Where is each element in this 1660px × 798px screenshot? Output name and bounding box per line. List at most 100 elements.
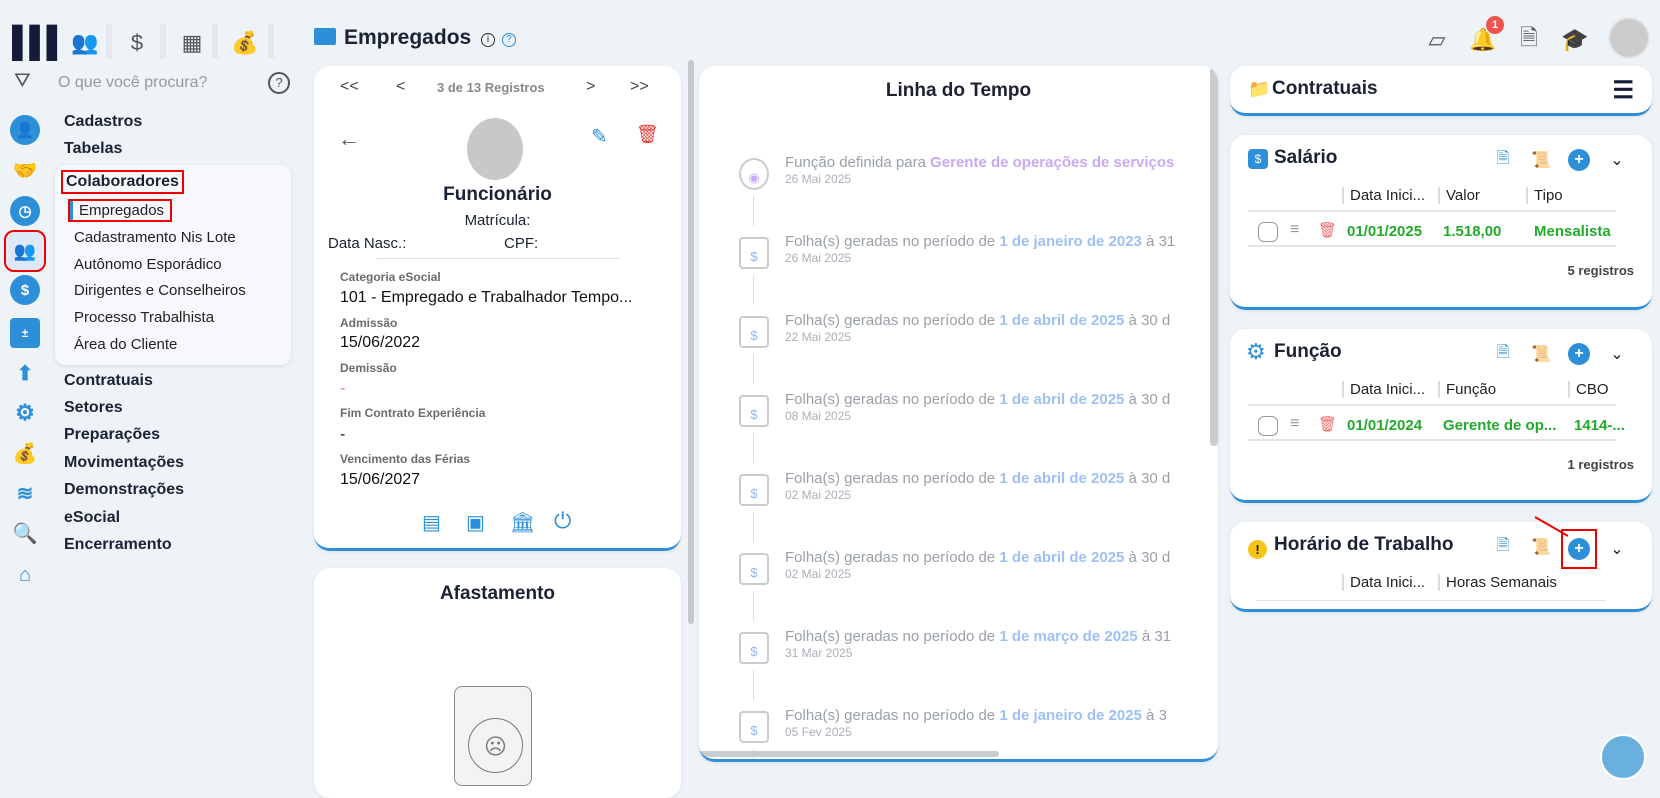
add-button[interactable]: + [1568,149,1590,171]
column-header[interactable]: CBO [1568,381,1609,398]
info-icon[interactable]: i [481,33,495,47]
menu-demonstracoes[interactable]: Demonstrações [64,481,184,499]
column-header[interactable]: Horas Semanais [1438,574,1557,591]
edit-icon[interactable]: ✎ [591,124,608,149]
document-search-icon[interactable]: 🗎 [1492,536,1514,558]
row-checkbox[interactable] [1258,222,1278,242]
chart-arrow-icon[interactable]: ⬆ [10,358,40,388]
menu-setores[interactable]: Setores [64,399,123,417]
divider [1256,600,1606,601]
chevron-down-icon[interactable]: ⌄ [1606,538,1628,560]
scroll-list-icon[interactable]: 📜 [1530,536,1552,558]
add-button[interactable]: + [1568,343,1590,365]
user-avatar[interactable] [1608,17,1650,59]
menu-colaboradores[interactable]: Colaboradores [61,170,184,194]
document-icon[interactable]: ▱ [1420,23,1454,57]
network-icon[interactable]: ⚙ [10,398,40,428]
column-header[interactable]: Data Inici... [1342,187,1425,204]
handshake-icon[interactable]: 🤝 [10,155,40,185]
cell: 01/01/2025 [1347,223,1423,240]
column-header[interactable]: Data Inici... [1342,574,1425,591]
pager-next-button[interactable]: > [586,78,595,96]
assistant-avatar[interactable] [1600,734,1646,780]
pager-first-button[interactable]: << [340,78,359,96]
add-button[interactable]: + [1568,538,1590,560]
divider [1248,210,1616,212]
money-bag-icon[interactable]: 💰 [10,438,40,468]
app-logo: ▌▌▌ [12,26,68,59]
menu-esocial[interactable]: eSocial [64,509,120,527]
search-input[interactable]: O que você procura? [58,74,207,92]
document-search-icon[interactable]: 🗎 [1492,149,1514,171]
power-icon[interactable]: ⏻ [554,508,571,534]
layers-icon[interactable]: ≋ [10,478,40,508]
timeline-scrollbar[interactable] [1210,66,1218,446]
timeline-item: $ Folha(s) geradas no período de 1 de ja… [739,233,1199,283]
people-module-icon[interactable]: 👥 [68,26,102,60]
home-icon[interactable]: ⌂ [10,560,40,590]
pager-prev-button[interactable]: < [396,78,405,96]
panel-scrollbar[interactable] [688,60,694,624]
submenu-dirigentes-conselheiros[interactable]: Dirigentes e Conselheiros [74,282,246,299]
document-search-icon[interactable]: 🗎 [1492,343,1514,365]
timeline-hscrollbar[interactable] [699,751,999,757]
drag-handle-icon[interactable]: ≡ [1290,415,1299,433]
colaboradores-icon[interactable]: 👥 [4,230,46,272]
submenu-processo-trabalhista[interactable]: Processo Trabalhista [74,309,214,326]
bank-icon[interactable]: 🏛 [510,510,535,535]
menu-encerramento[interactable]: Encerramento [64,536,172,554]
report-search-icon[interactable]: 🗎 [1512,23,1546,57]
newspaper-icon[interactable]: ▤ [422,510,441,535]
search-icon[interactable]: 🔍 [10,518,40,548]
calculator-icon[interactable]: ± [10,318,40,348]
menu-stack-icon[interactable]: ☰ [1612,76,1634,105]
submenu-cadastramento-nis-lote[interactable]: Cadastramento Nis Lote [74,229,236,246]
menu-movimentacoes[interactable]: Movimentações [64,454,184,472]
matricula-label: Matrícula: [464,212,531,229]
scroll-list-icon[interactable]: 📜 [1530,343,1552,365]
submenu-empregados[interactable]: Empregados [67,199,173,222]
cadastros-user-gear-icon[interactable]: 👤 [10,115,40,145]
help-icon[interactable]: ? [268,72,290,94]
chevron-down-icon[interactable]: ⌄ [1606,149,1628,171]
filter-icon[interactable]: ⛛ [14,70,31,93]
id-card-icon[interactable]: ▣ [466,510,485,535]
row-delete-icon[interactable]: 🗑 [1318,415,1337,433]
scroll-list-icon[interactable]: 📜 [1530,149,1552,171]
delete-icon[interactable]: 🗑 [636,124,659,145]
employee-card: << < 3 de 13 Registros > >> ← ✎ 🗑 Funcio… [314,66,681,551]
dollar-module-icon[interactable]: $ [120,26,154,60]
back-arrow-icon[interactable]: ← [338,126,360,152]
pager-text: 3 de 13 Registros [437,80,545,95]
timeline-text: Folha(s) geradas no período de 1 de abri… [785,312,1171,329]
menu-tabelas[interactable]: Tabelas [64,140,122,158]
column-header[interactable]: Função [1438,381,1496,398]
menu-cadastros[interactable]: Cadastros [64,113,142,131]
column-header[interactable]: Valor [1438,187,1480,204]
employee-photo [467,118,523,180]
money-bag-module-icon[interactable]: 💰 [228,26,262,60]
menu-preparacoes[interactable]: Preparações [64,426,160,444]
drag-handle-icon[interactable]: ≡ [1290,221,1299,239]
column-header[interactable]: Data Inici... [1342,381,1425,398]
column-header[interactable]: Tipo [1526,187,1563,204]
row-delete-icon[interactable]: 🗑 [1318,221,1337,239]
timeline-date: 08 Mai 2025 [785,409,852,423]
submenu-area-cliente[interactable]: Área do Cliente [74,336,177,353]
chevron-down-icon[interactable]: ⌄ [1606,343,1628,365]
clock-icon[interactable]: ◷ [10,196,40,226]
row-checkbox[interactable] [1258,416,1278,436]
timeline-item: $ Folha(s) geradas no período de 1 de ma… [739,628,1199,678]
menu-contratuais[interactable]: Contratuais [64,372,153,390]
graduation-cap-icon[interactable]: 🎓 [1558,23,1592,57]
cell: 1.518,00 [1443,223,1502,240]
pager-last-button[interactable]: >> [630,78,649,96]
help-circle-icon[interactable]: ? [502,33,516,47]
timeline-connector [753,512,754,542]
warning-icon: ! [1248,540,1267,559]
horario-card: ! Horário de Trabalho 🗎 📜 + ⌄ Data Inici… [1230,516,1652,612]
cpf-label: CPF: [504,235,539,252]
calculator-module-icon[interactable]: ▦ [175,26,209,60]
submenu-autonomo-esporadico[interactable]: Autônomo Esporádico [74,256,222,273]
dollar-icon[interactable]: $ [10,275,40,305]
